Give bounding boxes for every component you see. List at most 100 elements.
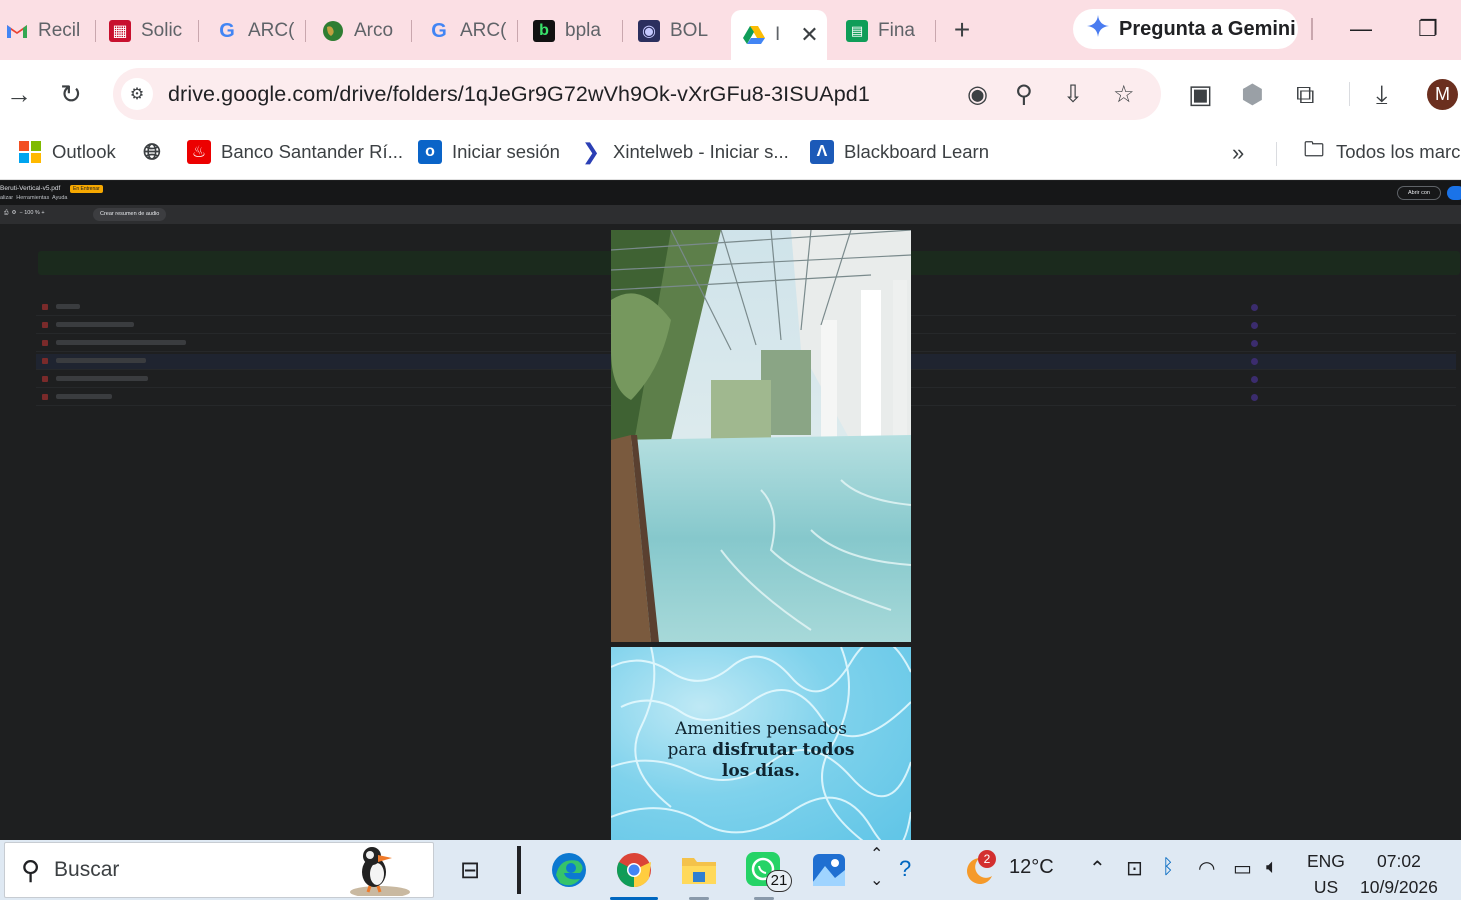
folder-icon: 🗀	[1304, 139, 1324, 161]
file-name	[56, 394, 112, 399]
address-bar[interactable]: ⚙ drive.google.com/drive/folders/1qJeGr9…	[113, 68, 1161, 120]
close-tab-icon[interactable]: ✕	[800, 22, 818, 48]
search-icon: ⚲	[21, 854, 41, 885]
forward-arrow-icon[interactable]: →	[6, 80, 32, 108]
bol-icon: ◉	[638, 20, 660, 42]
tab-arco-google-1[interactable]: G ARC(	[210, 10, 306, 52]
bookmark-blackboard[interactable]: Λ Blackboard Learn	[810, 140, 989, 164]
zoom-out-icon[interactable]: −	[19, 210, 22, 216]
reload-icon[interactable]: ↻	[60, 80, 82, 108]
outlook-login-icon: o	[418, 140, 442, 164]
tab-label: bpla	[565, 20, 601, 41]
gemini-label: Pregunta a Gemini	[1119, 17, 1296, 40]
tab-label: Fina	[878, 20, 915, 41]
pdf-tools: ⎙ ⚙ − 100 % +	[4, 210, 45, 217]
all-bookmarks-folder[interactable]: 🗀 Todos los marca	[1302, 139, 1461, 164]
tab-separator	[95, 20, 96, 42]
temperature[interactable]: 12°C	[1009, 856, 1054, 879]
tab-arco-google-2[interactable]: G ARC(	[422, 10, 518, 52]
help-icon[interactable]: ?	[899, 856, 911, 882]
profile-avatar[interactable]: M	[1427, 79, 1458, 110]
bookmark-outlook[interactable]: Outlook	[18, 140, 116, 164]
tab-arco[interactable]: Arco	[316, 10, 412, 52]
bookmark-label: Blackboard Learn	[844, 141, 990, 162]
bookmarks-overflow-button[interactable]: »	[1232, 140, 1244, 166]
owner-avatar	[1251, 394, 1258, 401]
tab-label: Arco	[354, 20, 394, 41]
edge-icon[interactable]	[545, 846, 593, 894]
bookmark-xintelweb[interactable]: ❯ Xintelweb - Iniciar s...	[579, 139, 789, 164]
settings-icon[interactable]: ⚙	[11, 210, 16, 216]
tab-bplay[interactable]: b bpla	[527, 10, 623, 52]
meet-now-icon[interactable]: ⊡	[1126, 856, 1143, 881]
show-hidden-icons-chevron-icon[interactable]: ⌃	[1089, 856, 1106, 881]
pdf-page-1-image	[611, 230, 911, 642]
pdf-badge: En Entrenar	[70, 185, 103, 193]
owner-avatar	[1251, 340, 1258, 347]
tab-label: BOL	[670, 20, 709, 41]
owner-avatar	[1251, 304, 1258, 311]
new-tab-button[interactable]: +	[948, 14, 976, 46]
globe-icon: 🌐︎	[143, 139, 161, 164]
tab-bol[interactable]: ◉ BOL	[632, 10, 728, 52]
zoom-level[interactable]: 100 %	[24, 210, 40, 216]
url-text[interactable]: drive.google.com/drive/folders/1qJeGr9G7…	[168, 82, 870, 107]
minimize-window-icon[interactable]: —	[1350, 16, 1372, 42]
search-highlight-puffin-image	[350, 847, 410, 896]
zoom-in-icon[interactable]: +	[41, 210, 44, 216]
install-app-icon[interactable]: ⇩	[1063, 80, 1083, 109]
share-button[interactable]	[1447, 186, 1461, 200]
system-clock[interactable]: 07:02 10/9/2026	[1360, 848, 1438, 900]
blackboard-icon: Λ	[810, 140, 834, 164]
pdf-header: Beruti-Vertical-v5.pdf En Entrenar aliza…	[0, 181, 1461, 205]
weather-widget-icon[interactable]: 2	[960, 850, 996, 892]
owner-avatar	[1251, 358, 1258, 365]
menu-item[interactable]: Herramientas	[16, 195, 49, 201]
volume-icon[interactable]: 🔈︎	[1266, 856, 1278, 879]
bplay-icon: b	[533, 20, 555, 42]
pdf-menu: alizar Herramientas Ayuda	[0, 195, 68, 201]
audio-summary-button[interactable]: Crear resumen de audio	[93, 208, 167, 221]
lens-icon[interactable]: ◉	[967, 80, 988, 109]
xintel-icon: ❯	[581, 139, 601, 164]
site-settings-icon[interactable]: ⚙	[121, 78, 153, 110]
clock-time: 07:02	[1377, 851, 1421, 871]
tab-gmail[interactable]: Recil	[0, 10, 96, 52]
bookmark-globe[interactable]: 🌐︎	[140, 139, 164, 164]
extension-translate-icon[interactable]: ▣	[1188, 80, 1213, 108]
task-view-icon[interactable]: ⊟	[446, 846, 494, 894]
gemini-button[interactable]: Pregunta a Gemini	[1073, 9, 1298, 49]
bookmark-label: Xintelweb - Iniciar s...	[613, 141, 789, 162]
wifi-icon[interactable]: ◠	[1198, 856, 1215, 881]
bookmark-iniciar-sesion[interactable]: o Iniciar sesión	[418, 140, 560, 164]
google-icon: G	[219, 19, 235, 42]
tab-drive-active[interactable]: I ✕	[731, 10, 827, 60]
tab-label: ARC(	[460, 20, 507, 41]
print-icon[interactable]: ⎙	[4, 210, 8, 216]
caption-line-2-bold: disfrutar todos	[712, 740, 855, 760]
bookmark-star-icon[interactable]: ☆	[1113, 80, 1135, 109]
restore-window-icon[interactable]: ❐	[1418, 16, 1438, 42]
menu-item[interactable]: alizar	[0, 195, 13, 201]
menu-item[interactable]: Ayuda	[52, 195, 68, 201]
photos-icon[interactable]	[805, 846, 853, 894]
whatsapp-icon[interactable]: 21	[740, 846, 792, 900]
tab-finanzas[interactable]: ▤ Fina	[840, 10, 936, 52]
bluetooth-icon[interactable]: ᛒ	[1162, 856, 1174, 879]
file-icon	[42, 394, 48, 400]
battery-icon[interactable]: ▭	[1233, 856, 1252, 881]
zoom-icon[interactable]: ⚲	[1015, 80, 1033, 109]
file-explorer-icon[interactable]	[675, 846, 723, 900]
tab-solicitud[interactable]: ▦ Solic	[103, 10, 199, 52]
chrome-icon[interactable]	[610, 846, 658, 900]
windows-taskbar: ⚲ Buscar ⊟ 21 ⌃⌄ ? 2 12°C ⌃ ⊡ ᛒ ◠ ▭ 🔈︎	[0, 840, 1461, 900]
extension-hex-icon[interactable]: ⬢	[1241, 80, 1264, 108]
downloads-icon[interactable]: ⤓	[1376, 80, 1388, 108]
taskbar-scroll-arrows[interactable]: ⌃ ⌄	[870, 842, 883, 894]
bookmark-santander[interactable]: ♨ Banco Santander Rí...	[187, 140, 403, 164]
open-with-button[interactable]: Abrir con	[1397, 186, 1441, 200]
extensions-puzzle-icon[interactable]: ⧉	[1296, 80, 1315, 108]
file-icon	[42, 376, 48, 382]
input-language[interactable]: ENG US	[1307, 848, 1345, 900]
owner-avatar	[1251, 376, 1258, 383]
